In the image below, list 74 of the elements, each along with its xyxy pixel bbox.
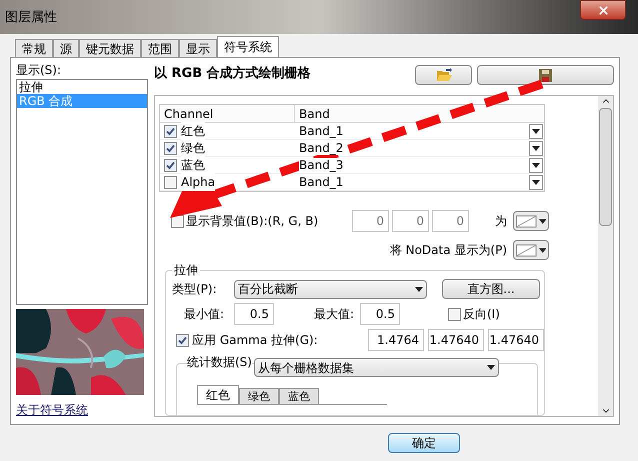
number-field[interactable]: 0 <box>392 210 429 232</box>
scroll-thumb[interactable] <box>599 108 612 226</box>
checkbox[interactable] <box>164 142 177 154</box>
no-color-icon <box>516 214 537 228</box>
max-label: 最大值: <box>314 306 356 323</box>
table-cell: Band_2 <box>299 141 344 155</box>
nodata-label: 将 NoData 显示为(P) <box>390 242 507 259</box>
number-field[interactable]: 1.47640 <box>428 329 484 351</box>
group-title: 拉伸 <box>172 263 200 277</box>
save-icon <box>539 68 552 82</box>
about-symbology-link[interactable]: 关于符号系统 <box>16 401 148 419</box>
tab[interactable]: 常规 <box>15 39 53 57</box>
checkbox[interactable] <box>164 124 177 138</box>
checkbox[interactable] <box>164 158 177 172</box>
color-dropdown[interactable] <box>513 211 549 231</box>
tab[interactable]: 蓝色 <box>279 388 319 404</box>
close-icon <box>596 4 610 16</box>
histogram-button[interactable]: 直方图... <box>442 279 540 299</box>
caret-icon <box>532 128 540 134</box>
number-field[interactable]: 0 <box>352 210 389 232</box>
tab[interactable]: 范围 <box>141 39 179 57</box>
checkbox[interactable] <box>176 334 189 346</box>
renderer-heading: 以 RGB 合成方式绘制栅格 <box>154 64 311 83</box>
color-dropdown[interactable] <box>513 240 549 260</box>
display-label: 显示(S): <box>16 62 62 79</box>
tab[interactable]: 键元数据 <box>79 39 141 57</box>
checkbox[interactable] <box>164 176 177 188</box>
table-cell: Alpha <box>181 173 216 191</box>
statistics-dropdown[interactable]: 从每个栅格数据集 <box>254 358 499 377</box>
tab[interactable]: 显示 <box>179 39 217 57</box>
min-label: 最小值: <box>184 306 226 323</box>
number-field[interactable]: 0 <box>432 210 469 232</box>
as-label: 为 <box>495 213 507 230</box>
table-cell: Band_3 <box>299 158 344 172</box>
band-dropdown[interactable] <box>529 124 543 138</box>
gamma-label: 应用 Gamma 拉伸(G): <box>192 332 319 349</box>
window-title: 图层属性 <box>5 9 57 27</box>
no-color-icon <box>516 244 537 256</box>
number-field[interactable]: 1.4764 <box>368 329 424 351</box>
number-field[interactable]: 0.5 <box>234 303 274 325</box>
band-dropdown[interactable] <box>529 140 543 156</box>
tab[interactable]: 绿色 <box>239 388 279 404</box>
folder-icon <box>436 68 452 82</box>
caret-icon <box>532 146 540 150</box>
table-cell: Band_1 <box>299 175 344 189</box>
tab[interactable]: 红色 <box>197 385 239 404</box>
table-cell: Band_1 <box>299 124 344 138</box>
scrollbar[interactable] <box>598 96 613 416</box>
group-title: 统计数据(S) <box>187 355 252 369</box>
invert-label: 反向(I) <box>463 306 500 323</box>
caret-icon <box>532 162 540 168</box>
open-button[interactable] <box>415 65 472 85</box>
tab[interactable]: 源 <box>53 39 79 57</box>
ok-button[interactable]: 确定 <box>388 433 460 453</box>
caret-icon <box>538 248 546 252</box>
background-label: 显示背景值(B):(R, G, B) <box>186 213 320 230</box>
column-header: Band <box>298 106 331 122</box>
save-button[interactable] <box>477 65 614 85</box>
list-item[interactable]: 拉伸 <box>17 80 147 94</box>
caret-icon <box>415 286 423 292</box>
band-dropdown[interactable] <box>529 158 543 172</box>
checkmark-icon <box>178 336 187 344</box>
number-field[interactable]: 0.5 <box>360 303 400 325</box>
type-dropdown[interactable]: 百分比截断 <box>234 280 427 298</box>
table-cell: 蓝色 <box>181 156 205 174</box>
number-field[interactable]: 1.47640 <box>488 329 544 351</box>
caret-icon <box>486 365 495 370</box>
type-label: 类型(P): <box>172 281 218 298</box>
caret-icon <box>532 180 540 184</box>
close-button[interactable] <box>580 0 626 20</box>
caret-icon <box>538 218 546 224</box>
checkbox[interactable] <box>448 308 461 320</box>
band-dropdown[interactable] <box>529 174 543 190</box>
tab[interactable]: 符号系统 <box>217 36 279 57</box>
